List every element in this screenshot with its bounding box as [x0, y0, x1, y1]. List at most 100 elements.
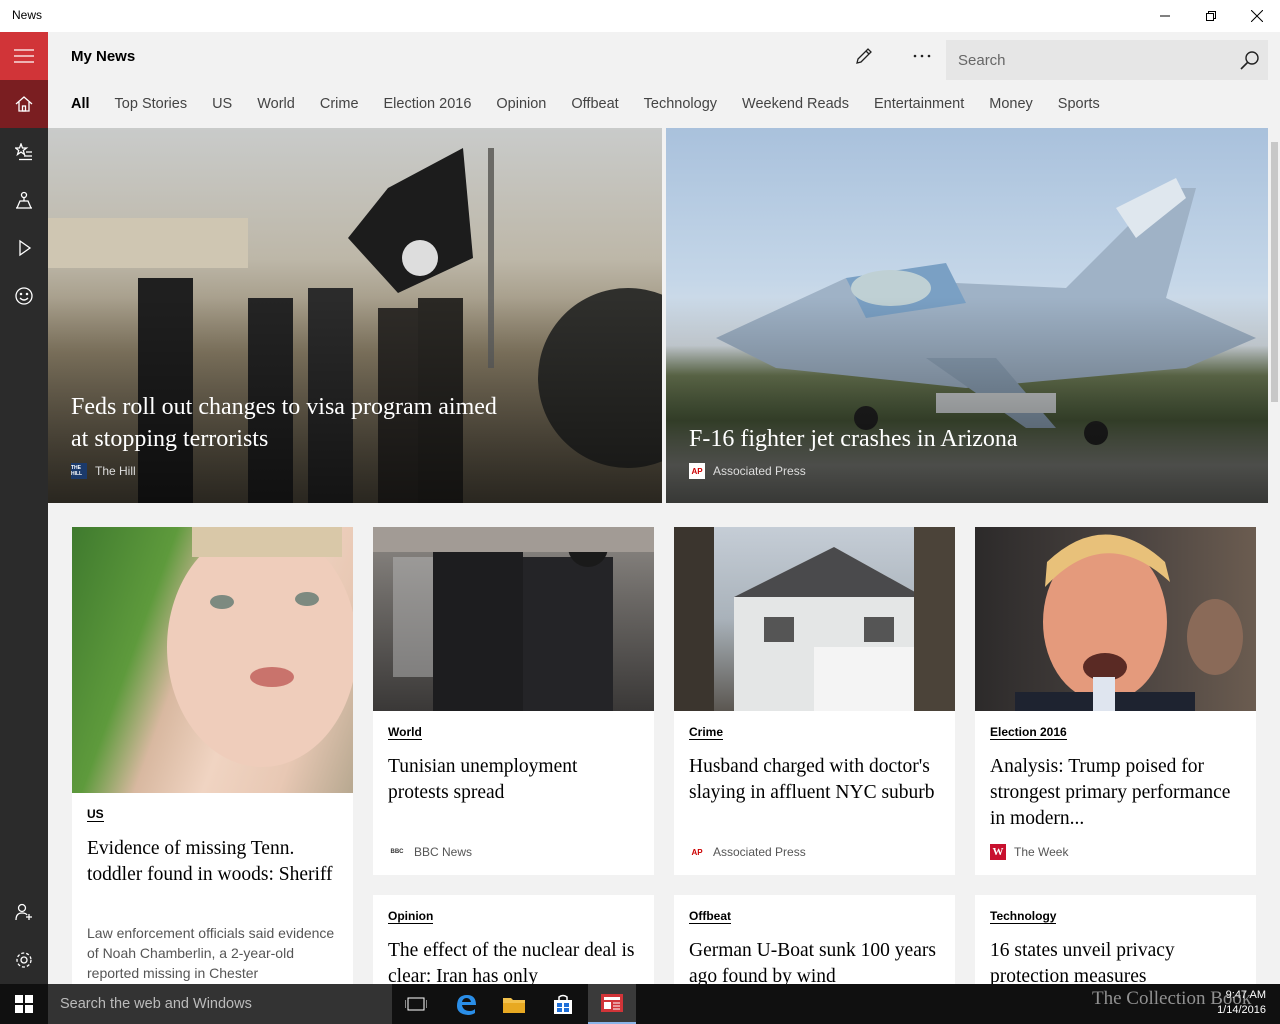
hero-headline: F-16 fighter jet crashes in Arizona: [689, 426, 1018, 452]
restore-icon: [1206, 11, 1216, 21]
hero-story-2[interactable]: F-16 fighter jet crashes in Arizona AP A…: [666, 128, 1268, 503]
story-card-world[interactable]: World Tunisian unemployment protests spr…: [373, 527, 654, 875]
task-view-button[interactable]: [392, 984, 440, 1024]
story-category[interactable]: Opinion: [388, 909, 434, 924]
scrollbar[interactable]: [1268, 128, 1280, 984]
tab-us[interactable]: US: [212, 96, 232, 112]
story-card-offbeat[interactable]: Offbeat German U-Boat sunk 100 years ago…: [674, 895, 955, 984]
tab-election-2016[interactable]: Election 2016: [384, 96, 472, 112]
story-source: W The Week: [990, 844, 1068, 860]
rail-interests[interactable]: [0, 128, 48, 176]
restore-button[interactable]: [1188, 0, 1234, 32]
source-name: The Week: [1014, 845, 1069, 859]
tab-weekend-reads[interactable]: Weekend Reads: [742, 96, 849, 112]
page-title: My News: [71, 48, 136, 65]
hero-source: THE HILL The Hill: [71, 463, 136, 479]
nav-rail: [0, 32, 48, 984]
minimize-icon: [1160, 15, 1170, 17]
taskbar: 9:47 AM 1/14/2016: [0, 984, 1280, 1024]
story-snippet: Law enforcement officials said evidence …: [87, 925, 335, 981]
story-card-crime[interactable]: Crime Husband charged with doctor's slay…: [674, 527, 955, 875]
smiley-icon: [15, 287, 33, 305]
source-name: BBC News: [414, 845, 473, 859]
story-category[interactable]: Offbeat: [689, 909, 731, 924]
gear-icon: [16, 952, 32, 968]
close-button[interactable]: [1234, 0, 1280, 32]
source-name: Associated Press: [713, 845, 806, 859]
edge-button[interactable]: [442, 984, 490, 1024]
story-category[interactable]: Election 2016: [990, 725, 1067, 740]
windows-logo-icon: [15, 995, 33, 1013]
rail-video[interactable]: [0, 224, 48, 272]
tab-opinion[interactable]: Opinion: [496, 96, 546, 112]
story-title: 16 states unveil privacy protection meas…: [990, 940, 1175, 984]
story-card-us[interactable]: US Evidence of missing Tenn. toddler fou…: [72, 527, 353, 984]
the-week-logo: W: [990, 844, 1006, 860]
tab-all[interactable]: All: [71, 96, 90, 112]
story-thumbnail: [72, 527, 353, 793]
story-title: German U-Boat sunk 100 years ago found b…: [689, 940, 936, 984]
close-icon: [1251, 10, 1263, 22]
search-box[interactable]: [946, 40, 1268, 80]
rail-feedback[interactable]: [0, 272, 48, 320]
edit-button[interactable]: [848, 44, 880, 68]
story-thumbnail: [373, 527, 654, 711]
home-icon: [15, 96, 33, 112]
hamburger-button[interactable]: [0, 32, 48, 80]
tab-money[interactable]: Money: [989, 96, 1033, 112]
news-app-button[interactable]: [588, 984, 636, 1024]
story-card-opinion[interactable]: Opinion The effect of the nuclear deal i…: [373, 895, 654, 984]
story-source: BBC BBC News: [388, 844, 472, 860]
tab-entertainment[interactable]: Entertainment: [874, 96, 964, 112]
hero-headline: Feds roll out changes to visa program ai…: [71, 394, 497, 452]
star-list-icon: [15, 143, 32, 161]
taskbar-search[interactable]: [48, 984, 392, 1024]
tab-technology[interactable]: Technology: [644, 96, 717, 112]
more-button[interactable]: [906, 44, 938, 68]
story-thumbnail: [674, 527, 955, 711]
story-title: Evidence of missing Tenn. toddler found …: [87, 838, 333, 885]
search-icon[interactable]: [1240, 50, 1260, 70]
title-bar: News: [0, 0, 1280, 32]
story-thumbnail: [975, 527, 1256, 711]
story-category[interactable]: Technology: [990, 909, 1057, 924]
story-category[interactable]: Crime: [689, 725, 724, 740]
hero-story-1[interactable]: Feds roll out changes to visa program ai…: [48, 128, 662, 503]
store-button[interactable]: [539, 984, 587, 1024]
story-card-election-2016[interactable]: Election 2016 Analysis: Trump poised for…: [975, 527, 1256, 875]
ap-logo: AP: [689, 844, 705, 860]
tab-top-stories[interactable]: Top Stories: [115, 96, 188, 112]
rail-local[interactable]: [0, 176, 48, 224]
pencil-icon: [856, 48, 872, 64]
hamburger-icon: [14, 49, 34, 63]
tab-offbeat[interactable]: Offbeat: [571, 96, 618, 112]
start-button[interactable]: [0, 984, 48, 1024]
minimize-button[interactable]: [1142, 0, 1188, 32]
file-explorer-button[interactable]: [490, 984, 538, 1024]
rail-home[interactable]: [0, 80, 48, 128]
bbc-logo: BBC: [388, 844, 406, 860]
story-source: AP Associated Press: [689, 844, 806, 860]
taskbar-search-input[interactable]: [48, 984, 392, 1024]
hero-source: AP Associated Press: [689, 463, 806, 479]
rail-settings[interactable]: [0, 936, 48, 984]
tab-crime[interactable]: Crime: [320, 96, 359, 112]
story-title: Husband charged with doctor's slaying in…: [689, 756, 935, 803]
story-card-technology[interactable]: Technology 16 states unveil privacy prot…: [975, 895, 1256, 984]
store-bag-icon: [554, 994, 572, 1014]
story-title: The effect of the nuclear deal is clear:…: [388, 940, 635, 984]
local-icon: [16, 191, 32, 209]
more-icon: [913, 54, 931, 58]
story-category[interactable]: World: [388, 725, 422, 740]
story-category[interactable]: US: [87, 807, 104, 822]
story-title: Analysis: Trump poised for strongest pri…: [990, 756, 1231, 829]
the-hill-logo: THE HILL: [71, 463, 87, 479]
tab-world[interactable]: World: [257, 96, 295, 112]
source-name: The Hill: [95, 464, 136, 478]
rail-account[interactable]: [0, 888, 48, 936]
app-header: My News All Top Stories US World Crime E…: [48, 32, 1280, 128]
tab-sports[interactable]: Sports: [1058, 96, 1100, 112]
search-input[interactable]: [946, 40, 1236, 80]
news-icon: [601, 994, 623, 1012]
scrollbar-thumb[interactable]: [1271, 142, 1278, 402]
